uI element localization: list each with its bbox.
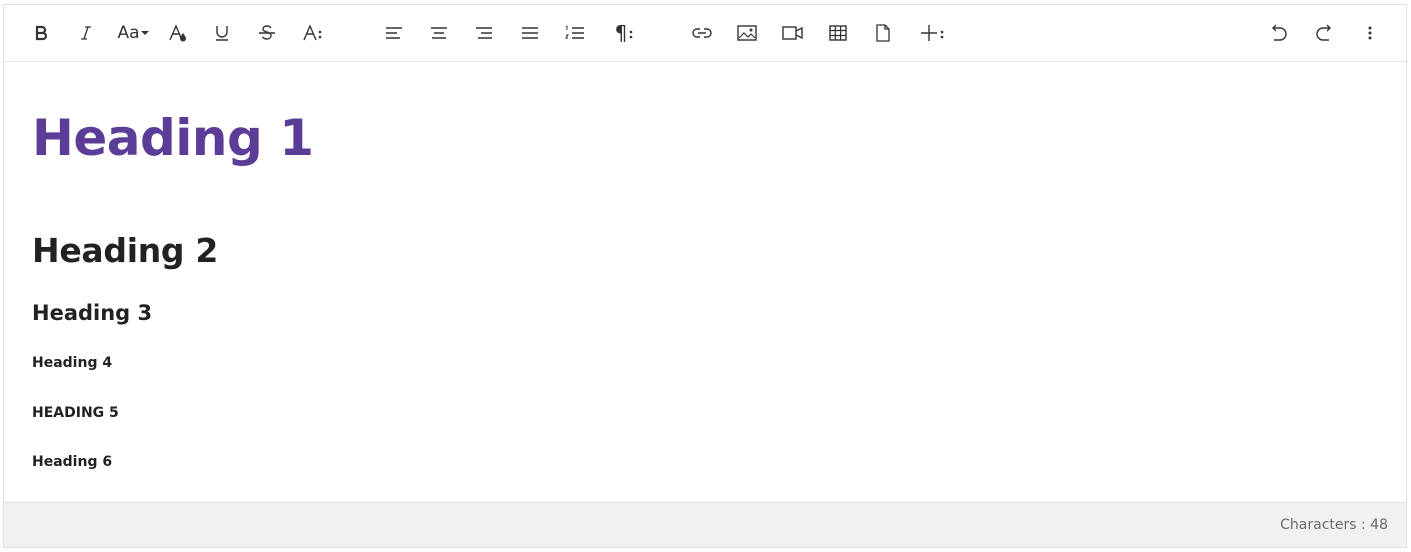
character-count: Characters : 48 [1280,517,1388,533]
insert-video-button[interactable] [775,15,811,51]
editor-content[interactable]: Heading 1 Heading 2 Heading 3 Heading 4 … [4,63,1406,502]
more-text-icon [303,24,322,41]
heading-4: Heading 4 [32,355,113,371]
rich-text-editor: Aa ¶ Heading 1 Heading 2 Heading 3 Headi… [3,4,1407,548]
heading-2: Heading 2 [32,231,219,270]
heading-6: Heading 6 [32,454,113,470]
file-icon [876,24,890,42]
align-left-icon [386,27,402,39]
underline-button[interactable] [204,15,240,51]
more-options-button[interactable] [1352,15,1388,51]
redo-button[interactable] [1307,15,1343,51]
align-justify-button[interactable] [512,15,548,51]
bold-button[interactable] [23,15,59,51]
underline-icon [216,26,228,41]
strikethrough-icon [259,25,275,40]
vertical-dots-icon [1368,26,1372,40]
align-right-button[interactable] [466,15,502,51]
undo-button[interactable] [1260,15,1296,51]
align-left-button[interactable] [376,15,412,51]
insert-link-button[interactable] [684,15,720,51]
insert-more-button[interactable] [912,15,952,51]
strikethrough-button[interactable] [249,15,285,51]
text-color-button[interactable] [160,15,196,51]
table-icon [829,25,847,41]
link-icon [692,28,712,38]
heading-5: Heading 5 [32,405,119,421]
chevron-down-icon [140,31,149,35]
bold-icon [35,25,48,41]
align-right-icon [476,27,492,39]
insert-file-button[interactable] [865,15,901,51]
more-text-button[interactable] [295,15,331,51]
paragraph-icon: ¶ [614,21,628,45]
font-size-button[interactable]: Aa [113,15,153,51]
ordered-list-icon [565,25,584,39]
ordered-list-button[interactable] [557,15,593,51]
undo-icon [1272,24,1287,41]
more-dots-icon [630,30,633,39]
editor-toolbar: Aa ¶ [4,5,1406,62]
align-center-icon [431,27,447,39]
editor-footer: Characters : 48 [4,502,1406,547]
heading-3: Heading 3 [32,301,153,325]
paragraph-more-button[interactable]: ¶ [604,15,644,51]
text-color-icon [169,24,186,42]
align-justify-icon [522,27,538,39]
italic-button[interactable] [68,15,104,51]
insert-table-button[interactable] [820,15,856,51]
image-icon [737,25,757,41]
align-center-button[interactable] [421,15,457,51]
italic-icon [81,26,91,40]
insert-image-button[interactable] [729,15,765,51]
redo-icon [1316,24,1331,41]
heading-1: Heading 1 [32,109,314,167]
font-size-icon: Aa [117,22,140,43]
plus-more-icon [921,25,944,41]
video-icon [782,26,803,40]
